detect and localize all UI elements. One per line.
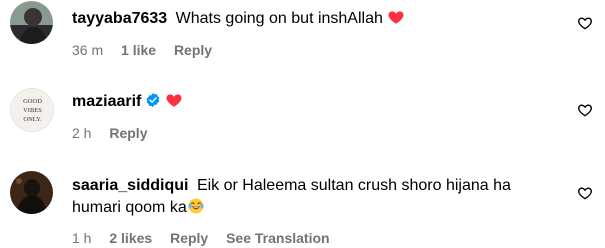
red-heart-emoji: [387, 8, 405, 26]
good-vibes-logo: GOOD VIBES ONLY.: [11, 89, 53, 131]
comment-username[interactable]: saaria_siddiqui: [72, 177, 189, 194]
see-translation-button[interactable]: See Translation: [226, 230, 329, 246]
comment-text: Whats going on but inshAllah: [175, 10, 383, 27]
comment-meta: 2 h Reply: [72, 124, 161, 142]
laughing-crying-emoji: [187, 197, 205, 215]
comment-time[interactable]: 2 h: [72, 125, 91, 141]
comment-likes[interactable]: 1 like: [121, 42, 156, 58]
reply-button[interactable]: Reply: [174, 42, 212, 58]
svg-text:GOOD: GOOD: [23, 98, 42, 105]
comment-text-line-1: Eik or Haleema sultan crush shoro hijana…: [196, 177, 511, 194]
red-heart-emoji: [165, 91, 183, 109]
verified-badge-icon: [145, 92, 161, 108]
svg-text:VIBES: VIBES: [23, 107, 42, 114]
reply-button[interactable]: Reply: [109, 125, 147, 141]
avatar[interactable]: [10, 171, 53, 214]
heart-outline-icon[interactable]: [577, 102, 593, 118]
heart-outline-icon[interactable]: [577, 15, 593, 31]
comment-2: GOOD VIBES ONLY. maziaarif 2 h Reply: [0, 86, 605, 158]
comment-time[interactable]: 36 m: [72, 42, 103, 58]
comment-username[interactable]: maziaarif: [72, 93, 141, 110]
comment-likes[interactable]: 2 likes: [109, 230, 152, 246]
comment-meta: 1 h 2 likes Reply See Translation: [72, 229, 344, 247]
avatar[interactable]: GOOD VIBES ONLY.: [10, 88, 54, 132]
comment-time[interactable]: 1 h: [72, 230, 91, 246]
comment-body: tayyaba7633 Whats going on but inshAllah: [72, 8, 552, 30]
comment-meta: 36 m 1 like Reply: [72, 41, 226, 59]
comment-3: saaria_siddiqui Eik or Haleema sultan cr…: [0, 168, 605, 248]
reply-button[interactable]: Reply: [170, 230, 208, 246]
comment-username[interactable]: tayyaba7633: [72, 10, 167, 27]
avatar[interactable]: [10, 1, 53, 44]
comment-body: saaria_siddiqui Eik or Haleema sultan cr…: [72, 175, 552, 219]
avatar-photo: [10, 171, 53, 214]
comment-text-line-2: humari qoom ka: [72, 199, 187, 216]
comment-body: maziaarif: [72, 91, 552, 113]
heart-outline-icon[interactable]: [577, 185, 593, 201]
comment-1: tayyaba7633 Whats going on but inshAllah…: [0, 0, 605, 72]
avatar-photo: [10, 1, 53, 44]
svg-text:ONLY.: ONLY.: [23, 116, 42, 123]
